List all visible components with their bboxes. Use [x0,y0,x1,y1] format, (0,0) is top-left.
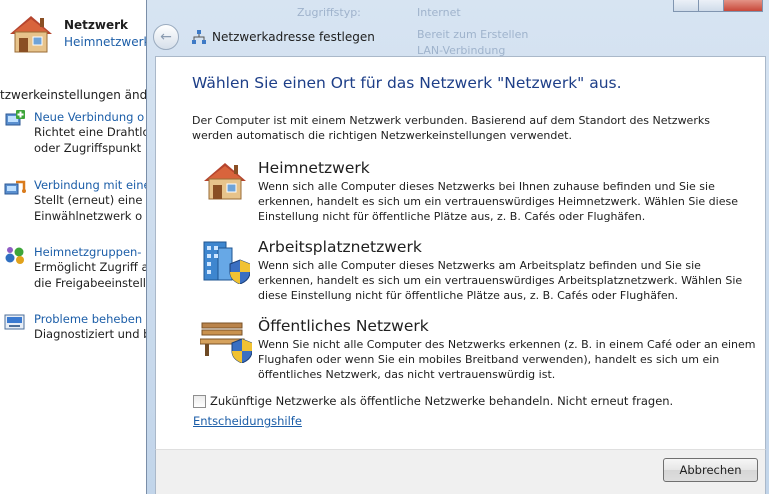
public-future-networks-checkbox-row[interactable]: Zukünftige Netzwerke als öffentliche Net… [193,394,673,408]
option-home-network[interactable]: Heimnetzwerk Wenn sich alle Computer die… [200,159,760,224]
task-new-connection[interactable]: Neue Verbindung o Richtet eine Drahtlo o… [4,110,152,156]
minimize-button[interactable] [673,0,699,12]
option-work-network[interactable]: Arbeitsplatznetzwerk Wenn sich alle Comp… [200,238,760,303]
option-description: Wenn sich alle Computer dieses Netzwerks… [258,180,738,223]
option-title[interactable]: Öffentliches Netzwerk [258,317,758,335]
window-controls [673,0,763,12]
task-troubleshoot[interactable]: Probleme beheben Diagnostiziert und b [4,312,152,342]
option-title[interactable]: Heimnetzwerk [258,159,758,177]
back-button[interactable]: ← [153,24,179,50]
task-link[interactable]: Neue Verbindung o [34,110,150,124]
new-connection-icon [5,110,25,126]
task-link[interactable]: Verbindung mit eine [34,178,151,192]
network-type-link[interactable]: Heimnetzwerk [64,35,151,49]
connect-network-icon [4,180,26,195]
settings-heading: tzwerkeinstellungen änder [0,88,152,102]
network-name: Netzwerk [64,18,129,32]
task-link[interactable]: Probleme beheben [34,312,150,326]
house-icon [204,163,246,200]
dialog-footer: Abbrechen [155,449,766,494]
park-bench-icon [199,322,253,364]
task-link[interactable]: Heimnetzgruppen- [34,245,149,259]
decision-help-link[interactable]: Entscheidungshilfe [193,414,302,428]
dialog-content: Wählen Sie einen Ort für das Netzwerk "N… [155,56,766,449]
troubleshoot-icon [4,314,25,330]
task-connect-network[interactable]: Verbindung mit eine Stellt (erneut) eine… [4,178,152,224]
option-description: Wenn Sie nicht alle Computer des Netzwer… [258,338,756,381]
homegroup-icon [5,247,24,264]
dialog-intro: Der Computer ist mit einem Netzwerk verb… [192,114,710,142]
cancel-button[interactable]: Abbrechen [663,458,758,482]
office-building-icon [203,241,251,285]
house-icon [10,16,52,53]
maximize-button[interactable] [698,0,724,12]
option-description: Wenn sich alle Computer dieses Netzwerks… [258,259,743,302]
set-network-location-dialog: Zugriffstyp: Internet Bereit zum Erstell… [146,0,769,494]
dialog-nav-title: Netzwerkadresse festlegen [212,30,375,44]
public-future-networks-checkbox[interactable] [193,394,206,408]
network-icon [192,30,206,44]
dialog-title: Wählen Sie einen Ort für das Netzwerk "N… [192,74,622,92]
option-title[interactable]: Arbeitsplatznetzwerk [258,238,758,256]
task-homegroup[interactable]: Heimnetzgruppen- Ermöglicht Zugriff a di… [4,245,152,291]
navigation-bar: ← Netzwerkadresse festlegen [153,22,375,52]
back-arrow-icon: ← [160,29,172,45]
close-button[interactable] [723,0,763,12]
active-network: Netzwerk Heimnetzwerk [6,12,151,54]
checkbox-label[interactable]: Zukünftige Netzwerke als öffentliche Net… [210,394,673,408]
option-public-network[interactable]: Öffentliches Netzwerk Wenn Sie nicht all… [199,317,760,382]
